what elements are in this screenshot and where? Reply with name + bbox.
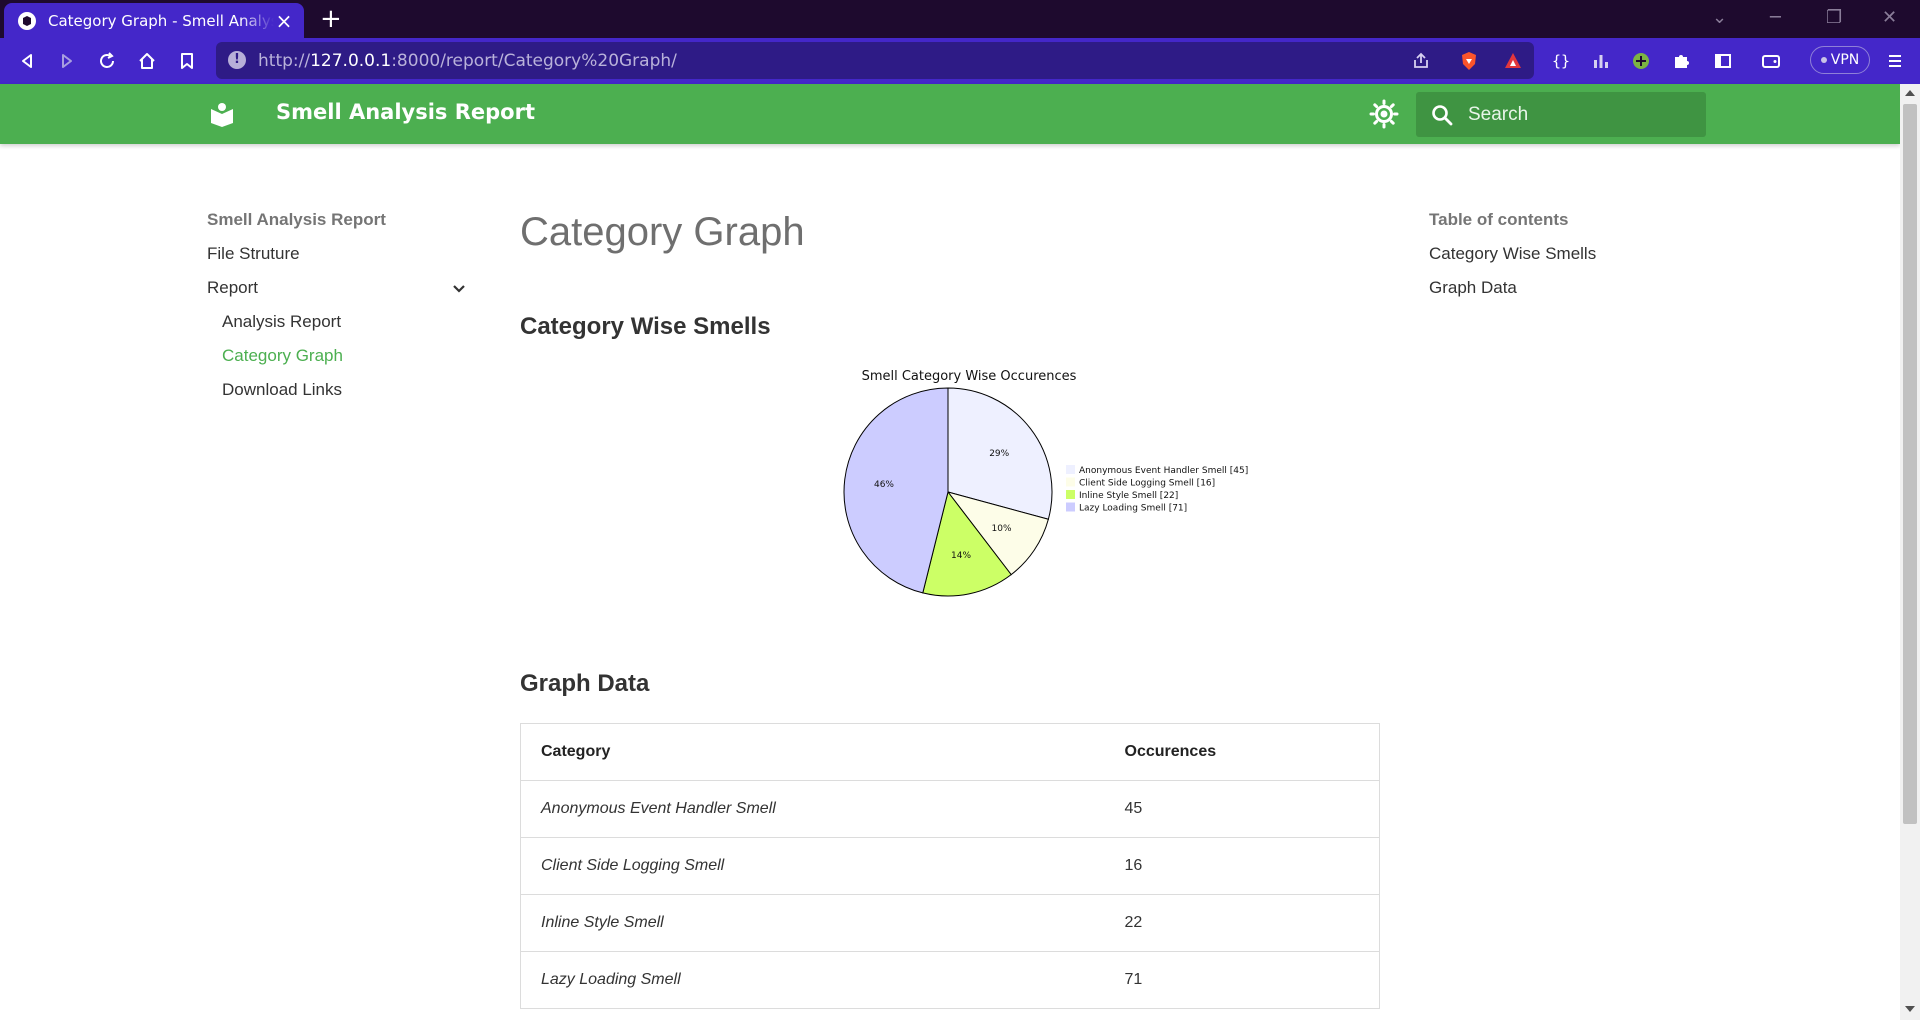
vpn-button[interactable]: VPN — [1810, 46, 1870, 74]
pie-slices — [843, 387, 1053, 597]
site-header: Smell Analysis Report — [0, 84, 1900, 144]
bookmark-icon[interactable] — [176, 50, 198, 72]
svg-text:{}: {} — [1552, 52, 1570, 70]
share-icon[interactable] — [1410, 50, 1432, 72]
stats-extension-icon[interactable] — [1590, 50, 1612, 72]
wallet-icon[interactable] — [1760, 50, 1782, 72]
vpn-label: VPN — [1830, 52, 1860, 68]
site-favicon-icon — [18, 11, 36, 30]
slice-label: 29% — [989, 449, 1009, 459]
url-text[interactable]: http://127.0.0.1:8000/report/Category%20… — [258, 51, 677, 71]
forward-icon[interactable] — [56, 50, 78, 72]
tab-close-icon[interactable]: × — [274, 11, 294, 31]
close-window-icon[interactable]: ✕ — [1882, 4, 1897, 32]
legend-swatch — [1066, 502, 1075, 512]
toc-item-category-wise-smells[interactable]: Category Wise Smells — [1429, 244, 1679, 278]
theme-toggle-icon[interactable] — [1369, 99, 1399, 129]
page-scrollbar[interactable] — [1900, 84, 1920, 1020]
cell-count: 45 — [1104, 780, 1380, 838]
table-row: Lazy Loading Smell 71 — [520, 951, 1380, 1009]
table-of-contents: Table of contents Category Wise Smells G… — [1429, 210, 1679, 312]
slice-label: 14% — [951, 551, 971, 561]
legend-label: Lazy Loading Smell [71] — [1079, 504, 1187, 514]
legend-label: Client Side Logging Smell [16] — [1079, 479, 1215, 489]
new-tab-icon[interactable]: + — [320, 5, 342, 33]
legend-swatch — [1066, 477, 1075, 487]
legend-swatch — [1066, 490, 1075, 499]
column-header-category: Category — [520, 723, 1105, 781]
nav-item-report[interactable]: Report — [207, 278, 467, 312]
add-extension-icon[interactable] — [1630, 50, 1652, 72]
site-info-icon[interactable]: ! — [228, 51, 246, 69]
nav-item-category-graph[interactable]: Category Graph — [207, 346, 467, 380]
scroll-up-icon[interactable] — [1905, 90, 1915, 96]
cell-category: Inline Style Smell — [520, 894, 1105, 952]
cell-count: 71 — [1104, 951, 1380, 1009]
toc-title: Table of contents — [1429, 210, 1569, 229]
cell-count: 16 — [1104, 837, 1380, 895]
slice-label: 46% — [874, 480, 894, 490]
vpn-status-icon — [1820, 57, 1827, 63]
sidebar-toggle-icon[interactable] — [1712, 50, 1734, 72]
tab-title: Category Graph - Smell Analysis Report — [48, 11, 274, 30]
legend-swatch — [1066, 465, 1075, 474]
url-scheme: http:// — [258, 51, 311, 71]
brave-rewards-icon[interactable] — [1502, 50, 1524, 72]
search-box[interactable] — [1416, 92, 1706, 137]
scroll-down-icon[interactable] — [1905, 1006, 1915, 1012]
cell-category: Client Side Logging Smell — [520, 837, 1105, 895]
section-heading-graph-data: Graph Data — [520, 670, 650, 697]
column-header-occurences: Occurences — [1104, 723, 1380, 781]
browser-tab[interactable]: Category Graph - Smell Analysis Report × — [4, 3, 304, 38]
nav-item-download-links[interactable]: Download Links — [207, 380, 467, 414]
back-icon[interactable] — [16, 50, 38, 72]
reload-icon[interactable] — [96, 50, 118, 72]
chart-title: Smell Category Wise Occurences — [862, 369, 1077, 384]
pie-chart: Smell Category Wise Occurences 29% 10% 14%… — [843, 369, 1248, 597]
primary-nav: Smell Analysis Report File Struture Repo… — [207, 210, 467, 414]
browser-toolbar: ! http://127.0.0.1:8000/report/Category%… — [0, 38, 1920, 84]
tab-strip: Category Graph - Smell Analysis Report ×… — [0, 0, 1920, 38]
search-input[interactable] — [1468, 92, 1698, 137]
nav-item-analysis-report[interactable]: Analysis Report — [207, 312, 467, 346]
toc-item-graph-data[interactable]: Graph Data — [1429, 278, 1679, 312]
cell-category: Anonymous Event Handler Smell — [520, 780, 1105, 838]
section-heading-category-wise-smells: Category Wise Smells — [520, 313, 771, 340]
restore-icon[interactable]: ❐ — [1826, 4, 1842, 32]
nav-item-file-structure[interactable]: File Struture — [207, 244, 467, 278]
cell-category: Lazy Loading Smell — [520, 951, 1105, 1009]
table-row: Anonymous Event Handler Smell 45 — [520, 780, 1380, 838]
extensions-puzzle-icon[interactable] — [1670, 50, 1692, 72]
legend-label: Inline Style Smell [22] — [1079, 491, 1178, 501]
page-title: Category Graph — [520, 210, 805, 254]
nav-item-report-label: Report — [207, 278, 259, 297]
legend-label: Anonymous Event Handler Smell [45] — [1079, 466, 1248, 476]
minimize-icon[interactable]: ─ — [1770, 4, 1781, 32]
table-header-row: Category Occurences — [520, 723, 1380, 781]
url-host: 127.0.0.1 — [310, 51, 392, 71]
url-path: :8000/report/Category%20Graph/ — [391, 51, 677, 71]
brave-shields-icon[interactable] — [1458, 50, 1480, 72]
home-icon[interactable] — [136, 50, 158, 72]
graph-data-table: Category Occurences Anonymous Event Hand… — [520, 723, 1380, 1009]
site-title[interactable]: Smell Analysis Report — [276, 100, 535, 124]
slice-label: 10% — [992, 524, 1012, 534]
table-row: Client Side Logging Smell 16 — [520, 837, 1380, 895]
nav-title: Smell Analysis Report — [207, 210, 386, 229]
chart-legend: Anonymous Event Handler Smell [45] Client… — [1066, 465, 1248, 514]
json-extension-icon[interactable]: {} — [1550, 50, 1572, 72]
chevron-down-icon[interactable] — [451, 280, 467, 296]
menu-hamburger-icon[interactable] — [1884, 50, 1906, 72]
cell-count: 22 — [1104, 894, 1380, 952]
address-bar[interactable]: ! http://127.0.0.1:8000/report/Category%… — [216, 42, 1534, 79]
scroll-thumb[interactable] — [1903, 104, 1917, 824]
search-icon — [1432, 105, 1453, 126]
tab-search-chevron-icon[interactable]: ⌄ — [1712, 4, 1727, 32]
table-row: Inline Style Smell 22 — [520, 894, 1380, 952]
book-logo-icon[interactable] — [208, 100, 236, 128]
